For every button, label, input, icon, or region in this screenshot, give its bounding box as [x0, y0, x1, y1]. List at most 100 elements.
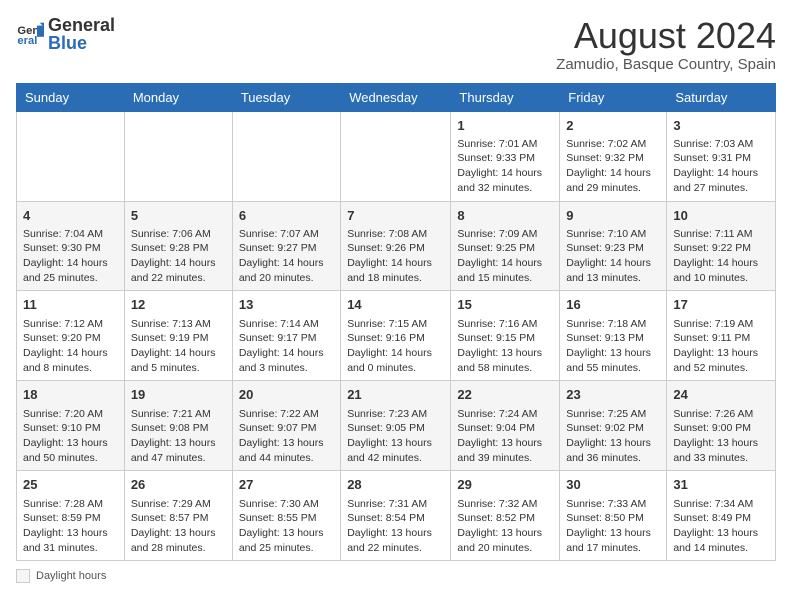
day-info: Sunrise: 7:04 AM Sunset: 9:30 PM Dayligh… [23, 227, 118, 286]
day-number: 11 [23, 296, 118, 314]
day-number: 14 [347, 296, 444, 314]
day-info: Sunrise: 7:34 AM Sunset: 8:49 PM Dayligh… [673, 497, 769, 556]
day-number: 18 [23, 386, 118, 404]
daylight-box-icon [16, 569, 30, 583]
day-info: Sunrise: 7:08 AM Sunset: 9:26 PM Dayligh… [347, 227, 444, 286]
week-row-4: 25Sunrise: 7:28 AM Sunset: 8:59 PM Dayli… [17, 471, 776, 561]
day-number: 6 [239, 207, 334, 225]
day-info: Sunrise: 7:10 AM Sunset: 9:23 PM Dayligh… [566, 227, 660, 286]
day-info: Sunrise: 7:28 AM Sunset: 8:59 PM Dayligh… [23, 497, 118, 556]
svg-text:eral: eral [17, 35, 37, 47]
calendar-cell: 20 Sunrise: 7:22 AM Sunset: 9:07 PM Dayli… [232, 381, 340, 471]
day-info: Sunrise: 7:14 AM Sunset: 9:17 PM Dayligh… [239, 317, 334, 376]
day-number: 9 [566, 207, 660, 225]
logo-icon: Gen eral [16, 20, 44, 48]
calendar-header-row: SundayMondayTuesdayWednesdayThursdayFrid… [17, 83, 776, 111]
day-info: Sunrise: 7:21 AM Sunset: 9:08 PM Dayligh… [131, 407, 226, 466]
header-sunday: Sunday [17, 83, 125, 111]
day-number: 10 [673, 207, 769, 225]
day-number: 23 [566, 386, 660, 404]
subtitle: Zamudio, Basque Country, Spain [556, 56, 776, 73]
calendar-cell: 2 Sunrise: 7:02 AM Sunset: 9:32 PM Daylig… [560, 111, 667, 201]
day-number: 31 [673, 476, 769, 494]
day-info: Sunrise: 7:30 AM Sunset: 8:55 PM Dayligh… [239, 497, 334, 556]
calendar-cell: 25Sunrise: 7:28 AM Sunset: 8:59 PM Dayli… [17, 471, 125, 561]
logo: Gen eral General Blue [16, 16, 115, 52]
calendar-cell: 19 Sunrise: 7:21 AM Sunset: 9:08 PM Dayli… [124, 381, 232, 471]
header-monday: Monday [124, 83, 232, 111]
calendar-cell: 16Sunrise: 7:18 AM Sunset: 9:13 PM Dayli… [560, 291, 667, 381]
calendar-cell: 12 Sunrise: 7:13 AM Sunset: 9:19 PM Dayli… [124, 291, 232, 381]
day-number: 28 [347, 476, 444, 494]
calendar-cell: 23 Sunrise: 7:25 AM Sunset: 9:02 PM Dayli… [560, 381, 667, 471]
calendar-cell: 10 Sunrise: 7:11 AM Sunset: 9:22 PM Dayli… [667, 201, 776, 291]
day-info: Sunrise: 7:12 AM Sunset: 9:20 PM Dayligh… [23, 317, 118, 376]
header-saturday: Saturday [667, 83, 776, 111]
day-info: Sunrise: 7:18 AM Sunset: 9:13 PM Dayligh… [566, 317, 660, 376]
day-info: Sunrise: 7:33 AM Sunset: 8:50 PM Dayligh… [566, 497, 660, 556]
day-info: Sunrise: 7:25 AM Sunset: 9:02 PM Dayligh… [566, 407, 660, 466]
week-row-1: 4Sunrise: 7:04 AM Sunset: 9:30 PM Daylig… [17, 201, 776, 291]
calendar-cell: 21Sunrise: 7:23 AM Sunset: 9:05 PM Dayli… [341, 381, 451, 471]
day-number: 17 [673, 296, 769, 314]
day-info: Sunrise: 7:31 AM Sunset: 8:54 PM Dayligh… [347, 497, 444, 556]
calendar-cell: 29Sunrise: 7:32 AM Sunset: 8:52 PM Dayli… [451, 471, 560, 561]
logo-general: General [48, 16, 115, 34]
calendar-cell: 3 Sunrise: 7:03 AM Sunset: 9:31 PM Daylig… [667, 111, 776, 201]
day-number: 19 [131, 386, 226, 404]
day-number: 24 [673, 386, 769, 404]
calendar-cell [17, 111, 125, 201]
header-wednesday: Wednesday [341, 83, 451, 111]
logo-blue: Blue [48, 34, 115, 52]
week-row-2: 11 Sunrise: 7:12 AM Sunset: 9:20 PM Dayli… [17, 291, 776, 381]
day-number: 5 [131, 207, 226, 225]
header-friday: Friday [560, 83, 667, 111]
calendar-cell: 13 Sunrise: 7:14 AM Sunset: 9:17 PM Dayli… [232, 291, 340, 381]
week-row-3: 18 Sunrise: 7:20 AM Sunset: 9:10 PM Dayli… [17, 381, 776, 471]
day-info: Sunrise: 7:20 AM Sunset: 9:10 PM Dayligh… [23, 407, 118, 466]
day-info: Sunrise: 7:22 AM Sunset: 9:07 PM Dayligh… [239, 407, 334, 466]
day-info: Sunrise: 7:03 AM Sunset: 9:31 PM Dayligh… [673, 137, 769, 196]
day-info: Sunrise: 7:06 AM Sunset: 9:28 PM Dayligh… [131, 227, 226, 286]
day-info: Sunrise: 7:01 AM Sunset: 9:33 PM Dayligh… [457, 137, 553, 196]
day-number: 12 [131, 296, 226, 314]
calendar-cell [124, 111, 232, 201]
calendar-cell: 28 Sunrise: 7:31 AM Sunset: 8:54 PM Dayli… [341, 471, 451, 561]
calendar-cell: 26 Sunrise: 7:29 AM Sunset: 8:57 PM Dayli… [124, 471, 232, 561]
calendar-cell: 24Sunrise: 7:26 AM Sunset: 9:00 PM Dayli… [667, 381, 776, 471]
daylight-label: Daylight hours [36, 570, 106, 582]
calendar-cell: 9 Sunrise: 7:10 AM Sunset: 9:23 PM Daylig… [560, 201, 667, 291]
day-number: 26 [131, 476, 226, 494]
header-thursday: Thursday [451, 83, 560, 111]
day-info: Sunrise: 7:13 AM Sunset: 9:19 PM Dayligh… [131, 317, 226, 376]
day-info: Sunrise: 7:16 AM Sunset: 9:15 PM Dayligh… [457, 317, 553, 376]
day-number: 15 [457, 296, 553, 314]
page-header: Gen eral General Blue August 2024 Zamudi… [16, 16, 776, 73]
calendar-cell: 18 Sunrise: 7:20 AM Sunset: 9:10 PM Dayli… [17, 381, 125, 471]
calendar-cell: 11 Sunrise: 7:12 AM Sunset: 9:20 PM Dayli… [17, 291, 125, 381]
day-number: 30 [566, 476, 660, 494]
day-number: 20 [239, 386, 334, 404]
header-tuesday: Tuesday [232, 83, 340, 111]
day-number: 27 [239, 476, 334, 494]
calendar-cell [341, 111, 451, 201]
day-number: 2 [566, 117, 660, 135]
day-info: Sunrise: 7:29 AM Sunset: 8:57 PM Dayligh… [131, 497, 226, 556]
calendar-cell: 6 Sunrise: 7:07 AM Sunset: 9:27 PM Daylig… [232, 201, 340, 291]
calendar-cell: 8Sunrise: 7:09 AM Sunset: 9:25 PM Daylig… [451, 201, 560, 291]
calendar-cell: 17Sunrise: 7:19 AM Sunset: 9:11 PM Dayli… [667, 291, 776, 381]
day-number: 29 [457, 476, 553, 494]
day-number: 21 [347, 386, 444, 404]
day-info: Sunrise: 7:02 AM Sunset: 9:32 PM Dayligh… [566, 137, 660, 196]
calendar-cell: 30 Sunrise: 7:33 AM Sunset: 8:50 PM Dayli… [560, 471, 667, 561]
calendar-cell: 1Sunrise: 7:01 AM Sunset: 9:33 PM Daylig… [451, 111, 560, 201]
day-number: 13 [239, 296, 334, 314]
calendar-cell: 7Sunrise: 7:08 AM Sunset: 9:26 PM Daylig… [341, 201, 451, 291]
day-info: Sunrise: 7:11 AM Sunset: 9:22 PM Dayligh… [673, 227, 769, 286]
footer: Daylight hours [16, 569, 776, 583]
week-row-0: 1Sunrise: 7:01 AM Sunset: 9:33 PM Daylig… [17, 111, 776, 201]
day-number: 3 [673, 117, 769, 135]
day-info: Sunrise: 7:15 AM Sunset: 9:16 PM Dayligh… [347, 317, 444, 376]
day-info: Sunrise: 7:07 AM Sunset: 9:27 PM Dayligh… [239, 227, 334, 286]
day-info: Sunrise: 7:09 AM Sunset: 9:25 PM Dayligh… [457, 227, 553, 286]
